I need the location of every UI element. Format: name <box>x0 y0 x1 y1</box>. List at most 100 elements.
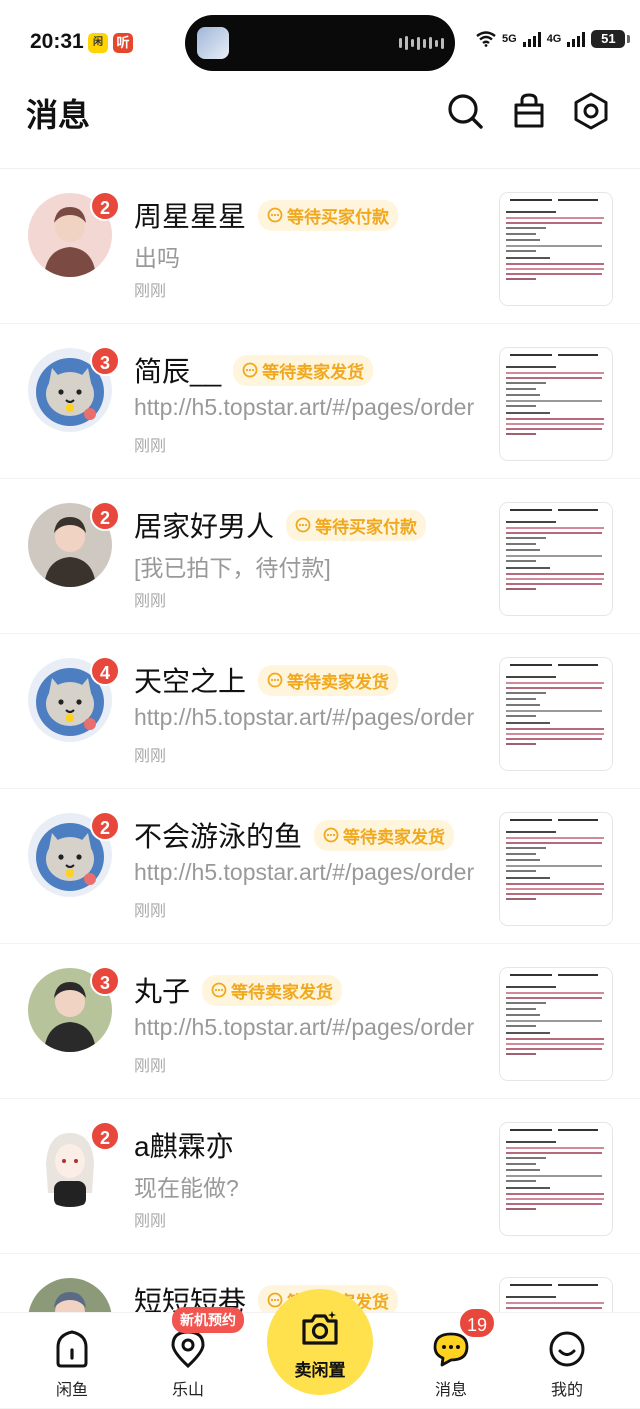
contact-name: 简辰__ <box>134 356 222 387</box>
contact-name: 周星星星 <box>134 201 247 232</box>
signal-bars-icon <box>522 31 541 47</box>
order-status-label: 等待卖家发货 <box>262 362 365 382</box>
document-preview-image <box>500 813 612 925</box>
signal-5g-label: 5G <box>502 33 517 45</box>
more-dots-icon <box>295 517 311 533</box>
bottom-tab-bar: 闲鱼 乐山 新机预约 卖闲置 消息 19 我的 <box>0 1289 640 1401</box>
product-thumbnail[interactable] <box>500 968 612 1080</box>
xianyu-home-icon <box>56 1330 88 1368</box>
product-thumbnail[interactable] <box>500 813 612 925</box>
order-status-tag: 等待卖家发货 <box>233 354 374 386</box>
page-header: 消息 <box>0 86 640 169</box>
messages-unread-badge: 19 <box>458 1307 496 1339</box>
search-icon <box>448 94 483 129</box>
last-message: http://h5.topstar.art/#/pages/order <box>134 394 475 420</box>
conversation-header: 周星星星 等待买家付款 <box>134 195 399 235</box>
message-time: 刚刚 <box>134 438 167 455</box>
conversation-row[interactable]: 3 简辰__ 等待卖家发货 http://h5.topstar.art/#/pa… <box>0 324 640 479</box>
contact-name: 天空之上 <box>134 666 247 697</box>
document-preview-image <box>500 348 612 460</box>
conversation-header: a麒霖亦 <box>134 1125 234 1165</box>
more-dots-icon <box>267 207 283 223</box>
conversation-row[interactable]: 2 不会游泳的鱼 等待卖家发货 http://h5.topstar.art/#/… <box>0 789 640 944</box>
order-status-tag: 等待买家付款 <box>258 199 399 231</box>
conversation-header: 简辰__ 等待卖家发货 <box>134 350 374 390</box>
message-time: 刚刚 <box>134 748 167 765</box>
conversation-row[interactable]: 2 居家好男人 等待买家付款 [我已拍下，待付款] 刚刚 <box>0 479 640 634</box>
unread-badge: 3 <box>90 346 120 376</box>
order-status-tag: 等待卖家发货 <box>202 974 343 1006</box>
conversation-row[interactable]: 3 丸子 等待卖家发货 http://h5.topstar.art/#/page… <box>0 944 640 1099</box>
sell-item-button[interactable]: 卖闲置 <box>267 1289 373 1395</box>
status-bar: 20:31 闲 听 5G 4G 51 <box>0 0 640 86</box>
product-thumbnail[interactable] <box>500 658 612 770</box>
last-message: http://h5.topstar.art/#/pages/order <box>134 704 475 730</box>
search-button[interactable] <box>445 91 485 131</box>
page-title: 消息 <box>26 97 91 133</box>
location-pin-icon <box>171 1330 205 1369</box>
tab-mine[interactable]: 我的 <box>527 1329 607 1400</box>
tab-leshan-label: 乐山 <box>171 1382 204 1399</box>
tab-mine-label: 我的 <box>550 1382 583 1399</box>
settings-button[interactable] <box>571 91 611 131</box>
more-dots-icon <box>242 362 258 378</box>
conversation-row[interactable]: 4 天空之上 等待卖家发货 http://h5.topstar.art/#/pa… <box>0 634 640 789</box>
conversation-header: 不会游泳的鱼 等待卖家发货 <box>134 815 455 855</box>
new-device-preorder-badge[interactable]: 新机预约 <box>172 1307 244 1333</box>
order-status-label: 等待买家付款 <box>287 207 390 227</box>
listen-app-icon: 听 <box>113 33 133 53</box>
unread-badge: 4 <box>90 656 120 686</box>
document-preview-image <box>500 968 612 1080</box>
document-preview-image <box>500 503 612 615</box>
more-dots-icon <box>267 672 283 688</box>
conversation-header: 天空之上 等待卖家发货 <box>134 660 399 700</box>
contact-name: a麒霖亦 <box>134 1131 234 1162</box>
contact-name: 居家好男人 <box>134 511 275 542</box>
tab-leshan[interactable]: 乐山 <box>148 1329 228 1400</box>
more-dots-icon <box>211 982 227 998</box>
audio-wave-icon <box>399 35 444 51</box>
message-time: 刚刚 <box>134 283 167 300</box>
last-message: http://h5.topstar.art/#/pages/order <box>134 859 475 885</box>
document-preview-image <box>500 193 612 305</box>
order-status-label: 等待卖家发货 <box>287 672 390 692</box>
product-thumbnail[interactable] <box>500 193 612 305</box>
conversation-row[interactable]: 2 a麒霖亦 现在能做? 刚刚 <box>0 1099 640 1254</box>
tab-messages-label: 消息 <box>434 1382 467 1399</box>
status-right: 5G 4G 51 <box>476 30 631 48</box>
unread-badge: 2 <box>90 191 120 221</box>
unread-badge: 2 <box>90 811 120 841</box>
contact-name: 丸子 <box>134 976 191 1007</box>
conversation-header: 居家好男人 等待买家付款 <box>134 505 427 545</box>
shopping-bag-button[interactable] <box>509 91 549 131</box>
unread-badge: 2 <box>90 501 120 531</box>
order-status-label: 等待买家付款 <box>315 517 418 537</box>
last-message: 现在能做? <box>134 1175 239 1201</box>
unread-badge: 2 <box>90 1121 120 1151</box>
order-status-tag: 等待卖家发货 <box>314 819 455 851</box>
dynamic-island[interactable] <box>185 15 455 71</box>
camera-icon <box>302 1311 338 1345</box>
tab-home[interactable]: 闲鱼 <box>32 1329 112 1400</box>
tab-home-label: 闲鱼 <box>55 1382 88 1399</box>
unread-badge: 3 <box>90 966 120 996</box>
settings-icon <box>574 92 608 130</box>
smiley-profile-icon <box>549 1331 585 1367</box>
last-message: [我已拍下，待付款] <box>134 555 331 581</box>
order-status-label: 等待卖家发货 <box>231 982 334 1002</box>
product-thumbnail[interactable] <box>500 1123 612 1235</box>
message-time: 刚刚 <box>134 1213 167 1230</box>
message-time: 刚刚 <box>134 903 167 920</box>
conversation-list[interactable]: 2 周星星星 等待买家付款 出吗 刚刚 3 简辰__ 等待卖家发货 http:/… <box>0 169 640 1409</box>
product-thumbnail[interactable] <box>500 348 612 460</box>
conversation-row[interactable]: 2 周星星星 等待买家付款 出吗 刚刚 <box>0 169 640 324</box>
now-playing-app-icon <box>197 27 229 59</box>
document-preview-image <box>500 658 612 770</box>
product-thumbnail[interactable] <box>500 503 612 615</box>
shopping-bag-icon <box>514 93 544 128</box>
xianyu-app-icon: 闲 <box>88 33 108 53</box>
conversation-header: 丸子 等待卖家发货 <box>134 970 343 1010</box>
message-time: 刚刚 <box>134 1058 167 1075</box>
sell-item-label: 卖闲置 <box>294 1361 346 1380</box>
last-message: http://h5.topstar.art/#/pages/order <box>134 1014 475 1040</box>
